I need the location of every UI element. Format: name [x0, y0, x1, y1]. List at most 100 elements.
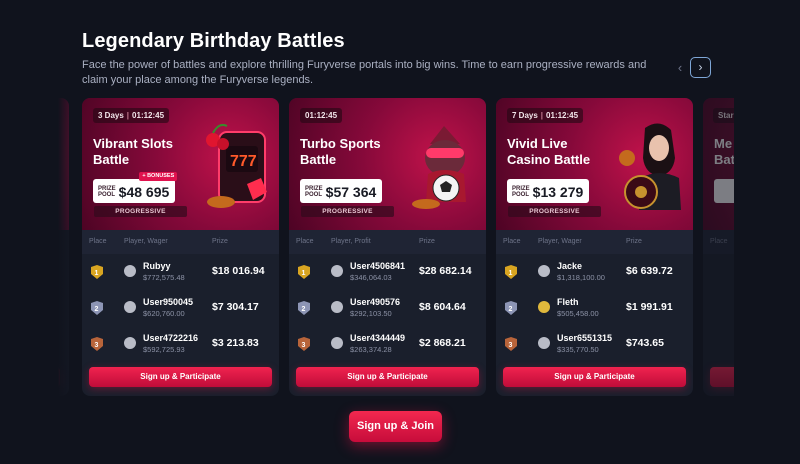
battle-timer: 01:12:45 [300, 108, 343, 123]
col-place: Place [503, 238, 521, 245]
col-prize: Prize [626, 238, 642, 245]
roulette-wheel-icon [619, 123, 681, 210]
sign-up-participate-button[interactable]: Sign up & Participate [503, 367, 686, 387]
player-name: User6551315 [557, 333, 613, 343]
col-place: Place [710, 238, 728, 245]
svg-text:2: 2 [95, 306, 99, 313]
bonus-badge: + BONUSES [139, 172, 178, 181]
avatar [331, 265, 343, 277]
player-prize: $28 682.14 [419, 265, 472, 277]
leaderboard-header: Place Player, Wager Prize [496, 230, 693, 254]
timer-days: 7 Days [512, 111, 538, 120]
col-prize: Prize [419, 238, 435, 245]
bronze-medal-icon: 3 [505, 337, 517, 351]
page-description: Face the power of battles and explore th… [82, 59, 647, 86]
player-name: Fleth [557, 297, 579, 307]
battle-timer: Star [713, 108, 734, 123]
player-prize: $2 868.21 [419, 337, 466, 349]
battle-card-live-casino: 7 Days | 01:12:45 Vivid Live Casino Battle … [496, 98, 693, 396]
prize-pool-value: $13 279 [532, 184, 584, 200]
svg-text:777: 777 [230, 153, 257, 170]
player-name: Jacke [557, 261, 583, 271]
battle-card-sports: 01:12:45 Turbo Sports Battle PRIZE POOL $5… [289, 98, 486, 396]
chevron-right-icon: › [698, 60, 703, 74]
svg-text:1: 1 [95, 270, 99, 277]
silver-medal-icon: 2 [505, 301, 517, 315]
player-name: User4344449 [350, 333, 406, 343]
leaderboard-row: 3 User4344449 $263,374.28 $2 868.21 [289, 326, 486, 362]
col-prize: Prize [212, 238, 228, 245]
player-name: User490576 [350, 297, 401, 307]
avatar [124, 301, 136, 313]
timer-days: Star [718, 111, 734, 120]
battle-banner: 3 Days | 01:12:45 Vibrant Slots Battle 777 … [82, 98, 279, 230]
battle-timer: 7 Days | 01:12:45 [507, 108, 584, 123]
svg-text:3: 3 [509, 342, 513, 349]
player-profit: $346,064.03 [350, 273, 392, 282]
battle-card-partial-right: Star Me Bat Place [703, 98, 734, 396]
sign-up-participate-button[interactable]: Sign up & Participate [89, 367, 272, 387]
player-name: User4506841 [350, 261, 406, 271]
col-place: Place [296, 238, 314, 245]
timer-clock: 01:12:45 [546, 111, 579, 120]
leaderboard-header: Place [703, 230, 734, 254]
prize-pool-value: $57 364 [325, 184, 377, 200]
avatar [538, 265, 550, 277]
timer-clock: 01:12:45 [132, 111, 165, 120]
battle-name-line2: Bat [714, 152, 734, 167]
col-player: Player, Wager [124, 238, 168, 245]
timer-clock: 01:12:45 [305, 111, 338, 120]
carousel-prev-button[interactable]: ‹ [672, 59, 688, 77]
leaderboard-row: 2 Fleth $505,458.00 $1 991.91 [496, 290, 693, 326]
battle-name-line1: Vivid Live [507, 136, 568, 151]
prize-pool: PRIZE POOL $57 364 [300, 179, 383, 203]
bronze-medal-icon: 3 [91, 337, 103, 351]
soccer-ball-icon [412, 126, 466, 209]
leaderboard-row: 2 User950045 $620,760.00 $7 304.17 [82, 290, 279, 326]
player-name: User950045 [143, 297, 194, 307]
prize-pool-label: POOL [512, 192, 530, 198]
page-title: Legendary Birthday Battles [82, 30, 345, 52]
player-prize: $18 016.94 [212, 265, 265, 277]
svg-text:1: 1 [509, 270, 513, 277]
svg-text:2: 2 [509, 306, 513, 313]
battle-name-line1: Vibrant Slots [93, 136, 173, 151]
prize-pool-label: POOL [98, 192, 116, 198]
gold-medal-icon: 1 [298, 265, 310, 279]
battle-name: Vibrant Slots Battle [93, 136, 213, 168]
chevron-left-icon: ‹ [677, 60, 683, 75]
player-name: Rubyy [143, 261, 171, 271]
gold-medal-icon: 1 [91, 265, 103, 279]
battle-banner: 7 Days | 01:12:45 Vivid Live Casino Battle … [496, 98, 693, 230]
battle-timer: 3 Days | 01:12:45 [93, 108, 170, 123]
silver-medal-icon: 2 [298, 301, 310, 315]
player-prize: $1 991.91 [626, 301, 673, 313]
battle-name-line1: Me [714, 136, 733, 151]
avatar [124, 265, 136, 277]
svg-text:1: 1 [302, 270, 306, 277]
avatar [331, 301, 343, 313]
avatar [538, 301, 550, 313]
leaderboard-row: 3 User6551315 $335,770.50 $743.65 [496, 326, 693, 362]
sign-up-join-button[interactable]: Sign up & Join [349, 411, 442, 442]
battle-name-line2: Battle [300, 152, 337, 167]
slot-machine-icon: 777 [206, 123, 267, 208]
player-prize: $3 213.83 [212, 337, 259, 349]
prize-pool-value: $48 695 [118, 184, 170, 200]
sign-up-participate-button[interactable] [710, 367, 734, 387]
progressive-badge: PROGRESSIVE [94, 206, 187, 217]
player-prize: $6 639.72 [626, 265, 673, 277]
battle-name-line1: Turbo Sports [300, 136, 381, 151]
player-wager: $772,575.48 [143, 273, 185, 282]
battle-carousel: 3 Days | 01:12:45 Vibrant Slots Battle 777 … [58, 98, 734, 398]
col-player: Player, Wager [538, 238, 582, 245]
sign-up-participate-button[interactable]: Sign up & Participate [296, 367, 479, 387]
player-wager: $592,725.93 [143, 345, 185, 354]
leaderboard-row: 2 User490576 $292,103.50 $8 604.64 [289, 290, 486, 326]
progressive-badge: PROGRESSIVE [508, 206, 601, 217]
svg-text:2: 2 [302, 306, 306, 313]
leaderboard-row: 1 Jacke $1,318,100.00 $6 639.72 [496, 254, 693, 290]
leaderboard-header: Place Player, Profit Prize [289, 230, 486, 254]
carousel-next-button[interactable]: › [690, 57, 711, 78]
player-prize: $7 304.17 [212, 301, 259, 313]
